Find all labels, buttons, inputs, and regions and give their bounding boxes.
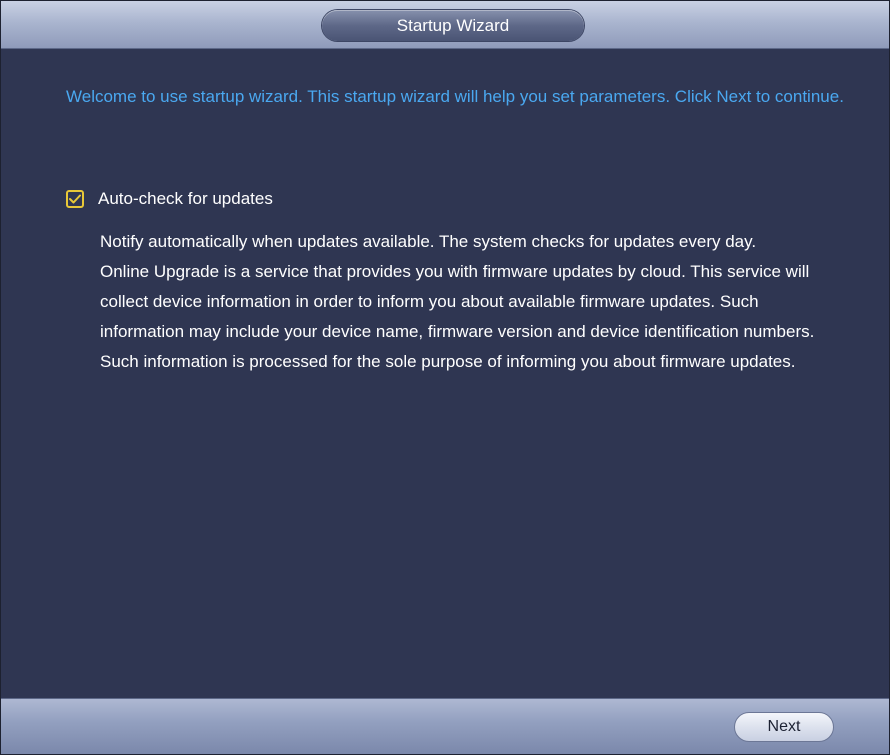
title-bar: Startup Wizard [1, 1, 889, 49]
welcome-message: Welcome to use startup wizard. This star… [66, 87, 844, 106]
auto-check-description: Notify automatically when updates availa… [100, 227, 840, 377]
startup-wizard-window: Startup Wizard Welcome to use startup wi… [0, 0, 890, 755]
next-button[interactable]: Next [734, 712, 834, 742]
auto-check-label: Auto-check for updates [98, 189, 273, 208]
window-title: Startup Wizard [322, 10, 584, 41]
update-notify-text: Notify automatically when updates availa… [100, 232, 757, 251]
wizard-content: Welcome to use startup wizard. This star… [1, 49, 889, 697]
checkmark-icon [69, 194, 81, 204]
auto-check-checkbox[interactable] [66, 190, 84, 208]
online-upgrade-text: Online Upgrade is a service that provide… [100, 262, 815, 371]
bottom-bar: Next [1, 698, 889, 754]
auto-check-row[interactable]: Auto-check for updates [66, 186, 273, 212]
